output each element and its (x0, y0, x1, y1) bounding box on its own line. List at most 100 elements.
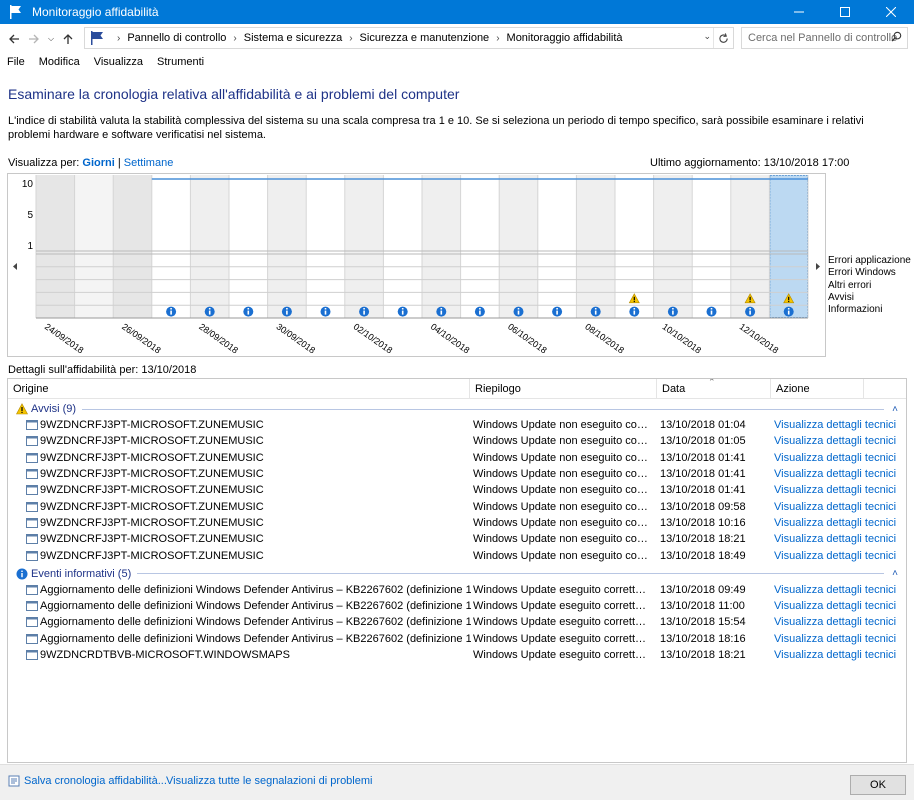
table-row[interactable]: 9WZDNCRFJ3PT-MICROSOFT.ZUNEMUSIC Windows … (8, 466, 906, 482)
info-marker-icon[interactable] (243, 306, 254, 317)
view-technical-details-link[interactable]: Visualizza dettagli tecnici (774, 649, 896, 661)
info-marker-icon[interactable] (359, 306, 370, 317)
address-dropdown-icon[interactable]: ⌄ (703, 31, 711, 42)
table-row[interactable]: 9WZDNCRFJ3PT-MICROSOFT.ZUNEMUSIC Windows … (8, 515, 906, 531)
scroll-left-icon[interactable] (13, 263, 17, 270)
group-header[interactable]: Eventi informativi (5) ˄ (8, 566, 906, 582)
day-column[interactable] (692, 175, 731, 318)
table-row[interactable]: Aggiornamento delle definizioni Windows … (8, 631, 906, 647)
table-row[interactable]: 9WZDNCRFJ3PT-MICROSOFT.ZUNEMUSIC Windows … (8, 433, 906, 449)
day-column[interactable] (344, 175, 384, 318)
column-azione[interactable]: Azione (771, 379, 864, 399)
menu-strumenti[interactable]: Strumenti (157, 56, 204, 68)
breadcrumb-sistema[interactable]: Sistema e sicurezza (244, 32, 342, 44)
breadcrumb-separator-icon[interactable]: › (233, 33, 236, 44)
menu-visualizza[interactable]: Visualizza (94, 56, 143, 68)
day-column[interactable] (229, 175, 268, 318)
minimize-button[interactable] (776, 0, 822, 24)
up-button[interactable] (58, 28, 78, 50)
day-column[interactable] (113, 175, 152, 318)
day-column[interactable] (537, 175, 577, 318)
table-row[interactable]: Aggiornamento delle definizioni Windows … (8, 614, 906, 630)
day-column[interactable] (576, 175, 615, 318)
info-marker-icon[interactable] (281, 306, 292, 317)
view-technical-details-link[interactable]: Visualizza dettagli tecnici (774, 600, 896, 612)
view-technical-details-link[interactable]: Visualizza dettagli tecnici (774, 584, 896, 596)
info-marker-icon[interactable] (590, 306, 601, 317)
view-technical-details-link[interactable]: Visualizza dettagli tecnici (774, 501, 896, 513)
reliability-chart-svg[interactable]: 10 5 1 24/09/2018 26/09/2018 28/09/2018 30/09/… (8, 174, 825, 356)
day-column[interactable] (74, 175, 114, 318)
view-technical-details-link[interactable]: Visualizza dettagli tecnici (774, 533, 896, 545)
info-marker-icon[interactable] (204, 306, 215, 317)
table-row[interactable]: 9WZDNCRDTBVB-MICROSOFT.WINDOWSMAPS Window… (8, 647, 906, 663)
breadcrumb-separator-icon[interactable]: › (349, 33, 352, 44)
info-marker-icon[interactable] (745, 306, 756, 317)
info-marker-icon[interactable] (706, 306, 717, 317)
table-row[interactable]: 9WZDNCRFJ3PT-MICROSOFT.ZUNEMUSIC Windows … (8, 482, 906, 498)
recent-pages-button[interactable]: ⌵ (44, 28, 58, 50)
info-marker-icon[interactable] (629, 306, 640, 317)
table-row[interactable]: 9WZDNCRFJ3PT-MICROSOFT.ZUNEMUSIC Windows … (8, 450, 906, 466)
breadcrumb-sicurezza[interactable]: Sicurezza e manutenzione (360, 32, 490, 44)
view-technical-details-link[interactable]: Visualizza dettagli tecnici (774, 517, 896, 529)
save-history-link[interactable]: Salva cronologia affidabilità... (8, 775, 167, 787)
day-column[interactable] (36, 175, 75, 318)
info-marker-icon[interactable] (552, 306, 563, 317)
day-column[interactable] (422, 175, 461, 318)
day-column[interactable] (383, 175, 422, 318)
day-column[interactable] (306, 175, 345, 318)
breadcrumb-separator-icon[interactable]: › (496, 33, 499, 44)
info-marker-icon[interactable] (667, 306, 678, 317)
address-bar[interactable]: › Pannello di controllo › Sistema e sicu… (84, 27, 734, 49)
maximize-button[interactable] (822, 0, 868, 24)
view-technical-details-link[interactable]: Visualizza dettagli tecnici (774, 452, 896, 464)
day-column[interactable] (190, 175, 229, 318)
refresh-button[interactable] (713, 28, 733, 48)
ok-button[interactable]: OK (850, 775, 906, 795)
collapse-chevron-icon[interactable]: ˄ (892, 568, 898, 579)
info-marker-icon[interactable] (397, 306, 408, 317)
column-origine[interactable]: Origine (8, 379, 470, 399)
view-technical-details-link[interactable]: Visualizza dettagli tecnici (774, 468, 896, 480)
view-all-reports-link[interactable]: Visualizza tutte le segnalazioni di prob… (166, 775, 372, 787)
table-row[interactable]: Aggiornamento delle definizioni Windows … (8, 582, 906, 598)
save-history-label[interactable]: Salva cronologia affidabilità... (24, 775, 167, 787)
info-marker-icon[interactable] (513, 306, 524, 317)
info-marker-icon[interactable] (436, 306, 447, 317)
view-technical-details-link[interactable]: Visualizza dettagli tecnici (774, 419, 896, 431)
info-marker-icon[interactable] (166, 306, 177, 317)
reliability-chart[interactable]: 10 5 1 24/09/2018 26/09/2018 28/09/2018 30/09/… (7, 173, 826, 357)
group-header[interactable]: Avvisi (9) ˄ (8, 401, 906, 417)
menu-file[interactable]: File (7, 56, 25, 68)
info-marker-icon[interactable] (783, 306, 794, 317)
view-technical-details-link[interactable]: Visualizza dettagli tecnici (774, 550, 896, 562)
close-button[interactable] (868, 0, 914, 24)
view-technical-details-link[interactable]: Visualizza dettagli tecnici (774, 633, 896, 645)
table-row[interactable]: 9WZDNCRFJ3PT-MICROSOFT.ZUNEMUSIC Windows … (8, 417, 906, 433)
info-marker-icon[interactable] (320, 306, 331, 317)
search-input[interactable]: Cerca nel Pannello di controllo (741, 27, 908, 49)
collapse-chevron-icon[interactable]: ˄ (892, 404, 898, 415)
day-column[interactable] (460, 175, 500, 318)
menu-modifica[interactable]: Modifica (39, 56, 80, 68)
table-row[interactable]: 9WZDNCRFJ3PT-MICROSOFT.ZUNEMUSIC Windows … (8, 547, 906, 563)
breadcrumb-pannello[interactable]: Pannello di controllo (127, 32, 226, 44)
view-weeks-link[interactable]: Settimane (124, 157, 174, 169)
view-technical-details-link[interactable]: Visualizza dettagli tecnici (774, 616, 896, 628)
view-technical-details-link[interactable]: Visualizza dettagli tecnici (774, 484, 896, 496)
column-riepilogo[interactable]: Riepilogo (470, 379, 657, 399)
breadcrumb-monitoraggio[interactable]: Monitoraggio affidabilità (507, 32, 623, 44)
back-button[interactable] (4, 28, 24, 50)
scroll-right-icon[interactable] (816, 263, 820, 270)
day-column[interactable] (653, 175, 693, 318)
day-column[interactable] (499, 175, 538, 318)
info-marker-icon[interactable] (474, 306, 485, 317)
day-column[interactable] (151, 175, 191, 318)
table-row[interactable]: Aggiornamento delle definizioni Windows … (8, 598, 906, 614)
view-days-link[interactable]: Giorni (82, 157, 114, 169)
table-row[interactable]: 9WZDNCRFJ3PT-MICROSOFT.ZUNEMUSIC Windows … (8, 531, 906, 547)
view-technical-details-link[interactable]: Visualizza dettagli tecnici (774, 435, 896, 447)
day-column[interactable] (267, 175, 307, 318)
table-row[interactable]: 9WZDNCRFJ3PT-MICROSOFT.ZUNEMUSIC Windows … (8, 498, 906, 514)
